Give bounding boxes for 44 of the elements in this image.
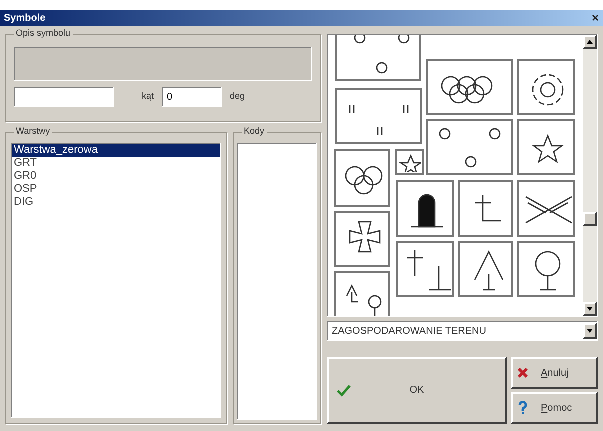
close-icon [517,367,529,379]
checkmark-icon [337,385,351,397]
close-button[interactable]: × [592,12,599,24]
scroll-up-icon [587,40,593,44]
layer-item[interactable]: OSP [12,183,220,196]
unit-label: deg [230,90,246,104]
layer-item[interactable]: GR0 [12,170,220,183]
symbol-tile[interactable] [517,119,575,175]
group-label: Warstwy [14,125,52,138]
group-label: Kody [242,125,267,138]
symbol-tile[interactable] [426,119,513,175]
scroll-down-icon [587,307,593,311]
symbol-tile[interactable] [517,59,575,115]
symbol-tile[interactable] [334,149,390,207]
symbol-tile[interactable] [517,241,575,297]
symbol-tile[interactable] [458,241,513,297]
dropdown-arrow-icon [587,329,593,333]
symbol-tile[interactable] [395,149,424,175]
description-field[interactable] [14,47,312,81]
ok-button[interactable]: OK [327,357,507,424]
layer-item[interactable]: GRT [12,157,220,170]
group-label: Opis symbolu [14,27,73,40]
window-title: Symbole [4,12,46,26]
scroll-thumb[interactable] [583,212,597,226]
symbol-tile[interactable] [334,271,390,316]
angle-label: kąt [142,90,154,104]
symbol-name-field[interactable] [14,87,114,107]
layer-item[interactable]: DIG [12,196,220,209]
help-button[interactable]: Pomoc [511,392,598,424]
help-icon [517,401,529,415]
category-dropdown[interactable]: ZAGOSPODAROWANIE TERENU [327,321,598,341]
layer-item[interactable]: Warstwa_zerowa [12,144,220,157]
symbol-tile[interactable] [396,241,454,297]
cancel-button[interactable]: Anuluj [511,357,598,389]
symbol-tile[interactable] [426,59,513,115]
symbol-tile[interactable] [396,180,454,237]
symbol-tile[interactable] [335,35,421,81]
angle-field[interactable]: 0 [162,87,222,107]
symbol-tile[interactable] [458,180,513,237]
star-icon [398,152,421,172]
symbol-tile[interactable] [335,88,422,144]
symbol-tile[interactable] [334,211,390,267]
symbol-tile[interactable] [517,180,575,237]
scrollbar[interactable] [583,35,597,316]
